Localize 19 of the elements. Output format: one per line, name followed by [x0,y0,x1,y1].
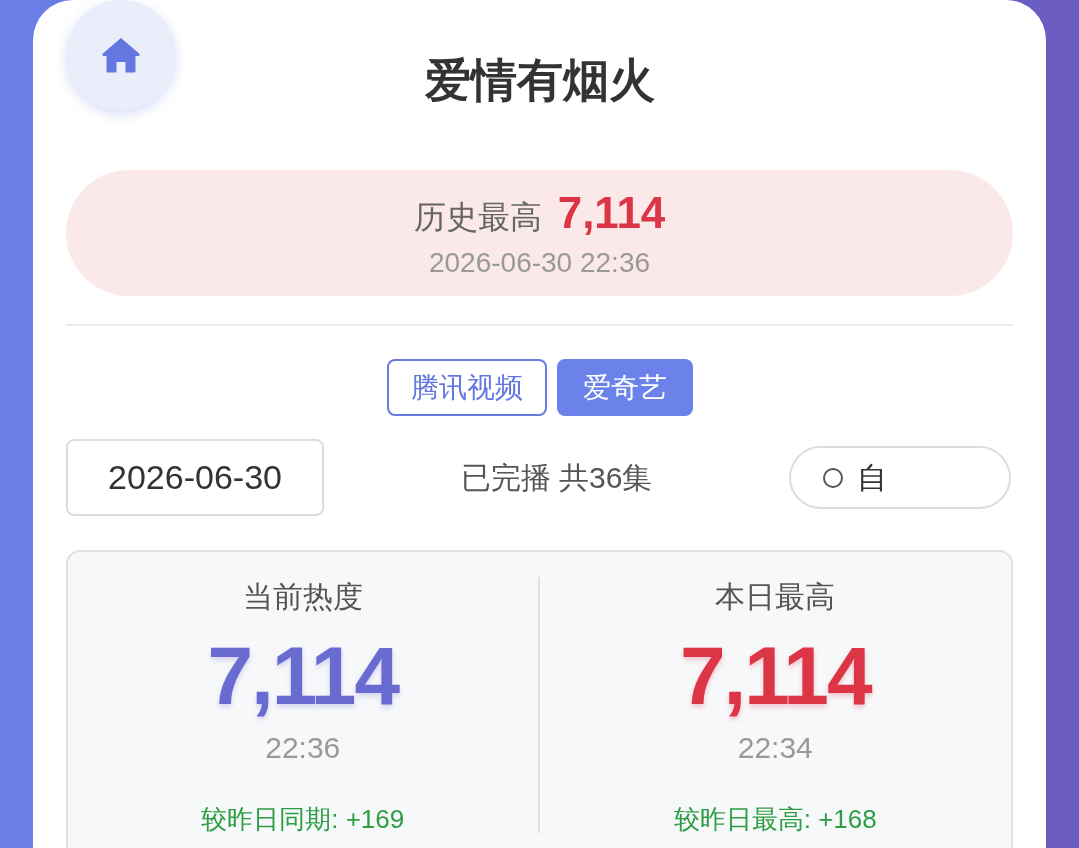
record-label: 历史最高 [413,198,542,237]
platform-tab[interactable]: 腾讯视频 [386,359,547,416]
radio-option[interactable]: 自 [789,446,1011,509]
stat-comparison: 较昨日同期: +169 [201,803,405,836]
date-field[interactable]: 2026-06-30 [66,439,324,516]
stat-time: 22:34 [737,730,813,766]
record-time: 2026-06-30 22:36 [428,246,651,280]
stat-time: 22:36 [265,730,341,766]
page-title: 爱情有烟火 [424,53,655,108]
stat-value: 7,114 [207,636,399,716]
stat-label: 当前热度 [242,579,363,615]
home-button[interactable] [66,0,176,110]
status-text: 已完播 共36集 [460,459,653,496]
stat-label: 本日最高 [715,579,836,615]
stat-comparison: 较昨日最高: +168 [673,803,877,836]
platform-tab[interactable]: 爱奇艺 [556,359,693,416]
record-value: 7,114 [557,188,666,238]
stat-value: 7,114 [679,636,871,716]
home-icon [100,36,142,74]
